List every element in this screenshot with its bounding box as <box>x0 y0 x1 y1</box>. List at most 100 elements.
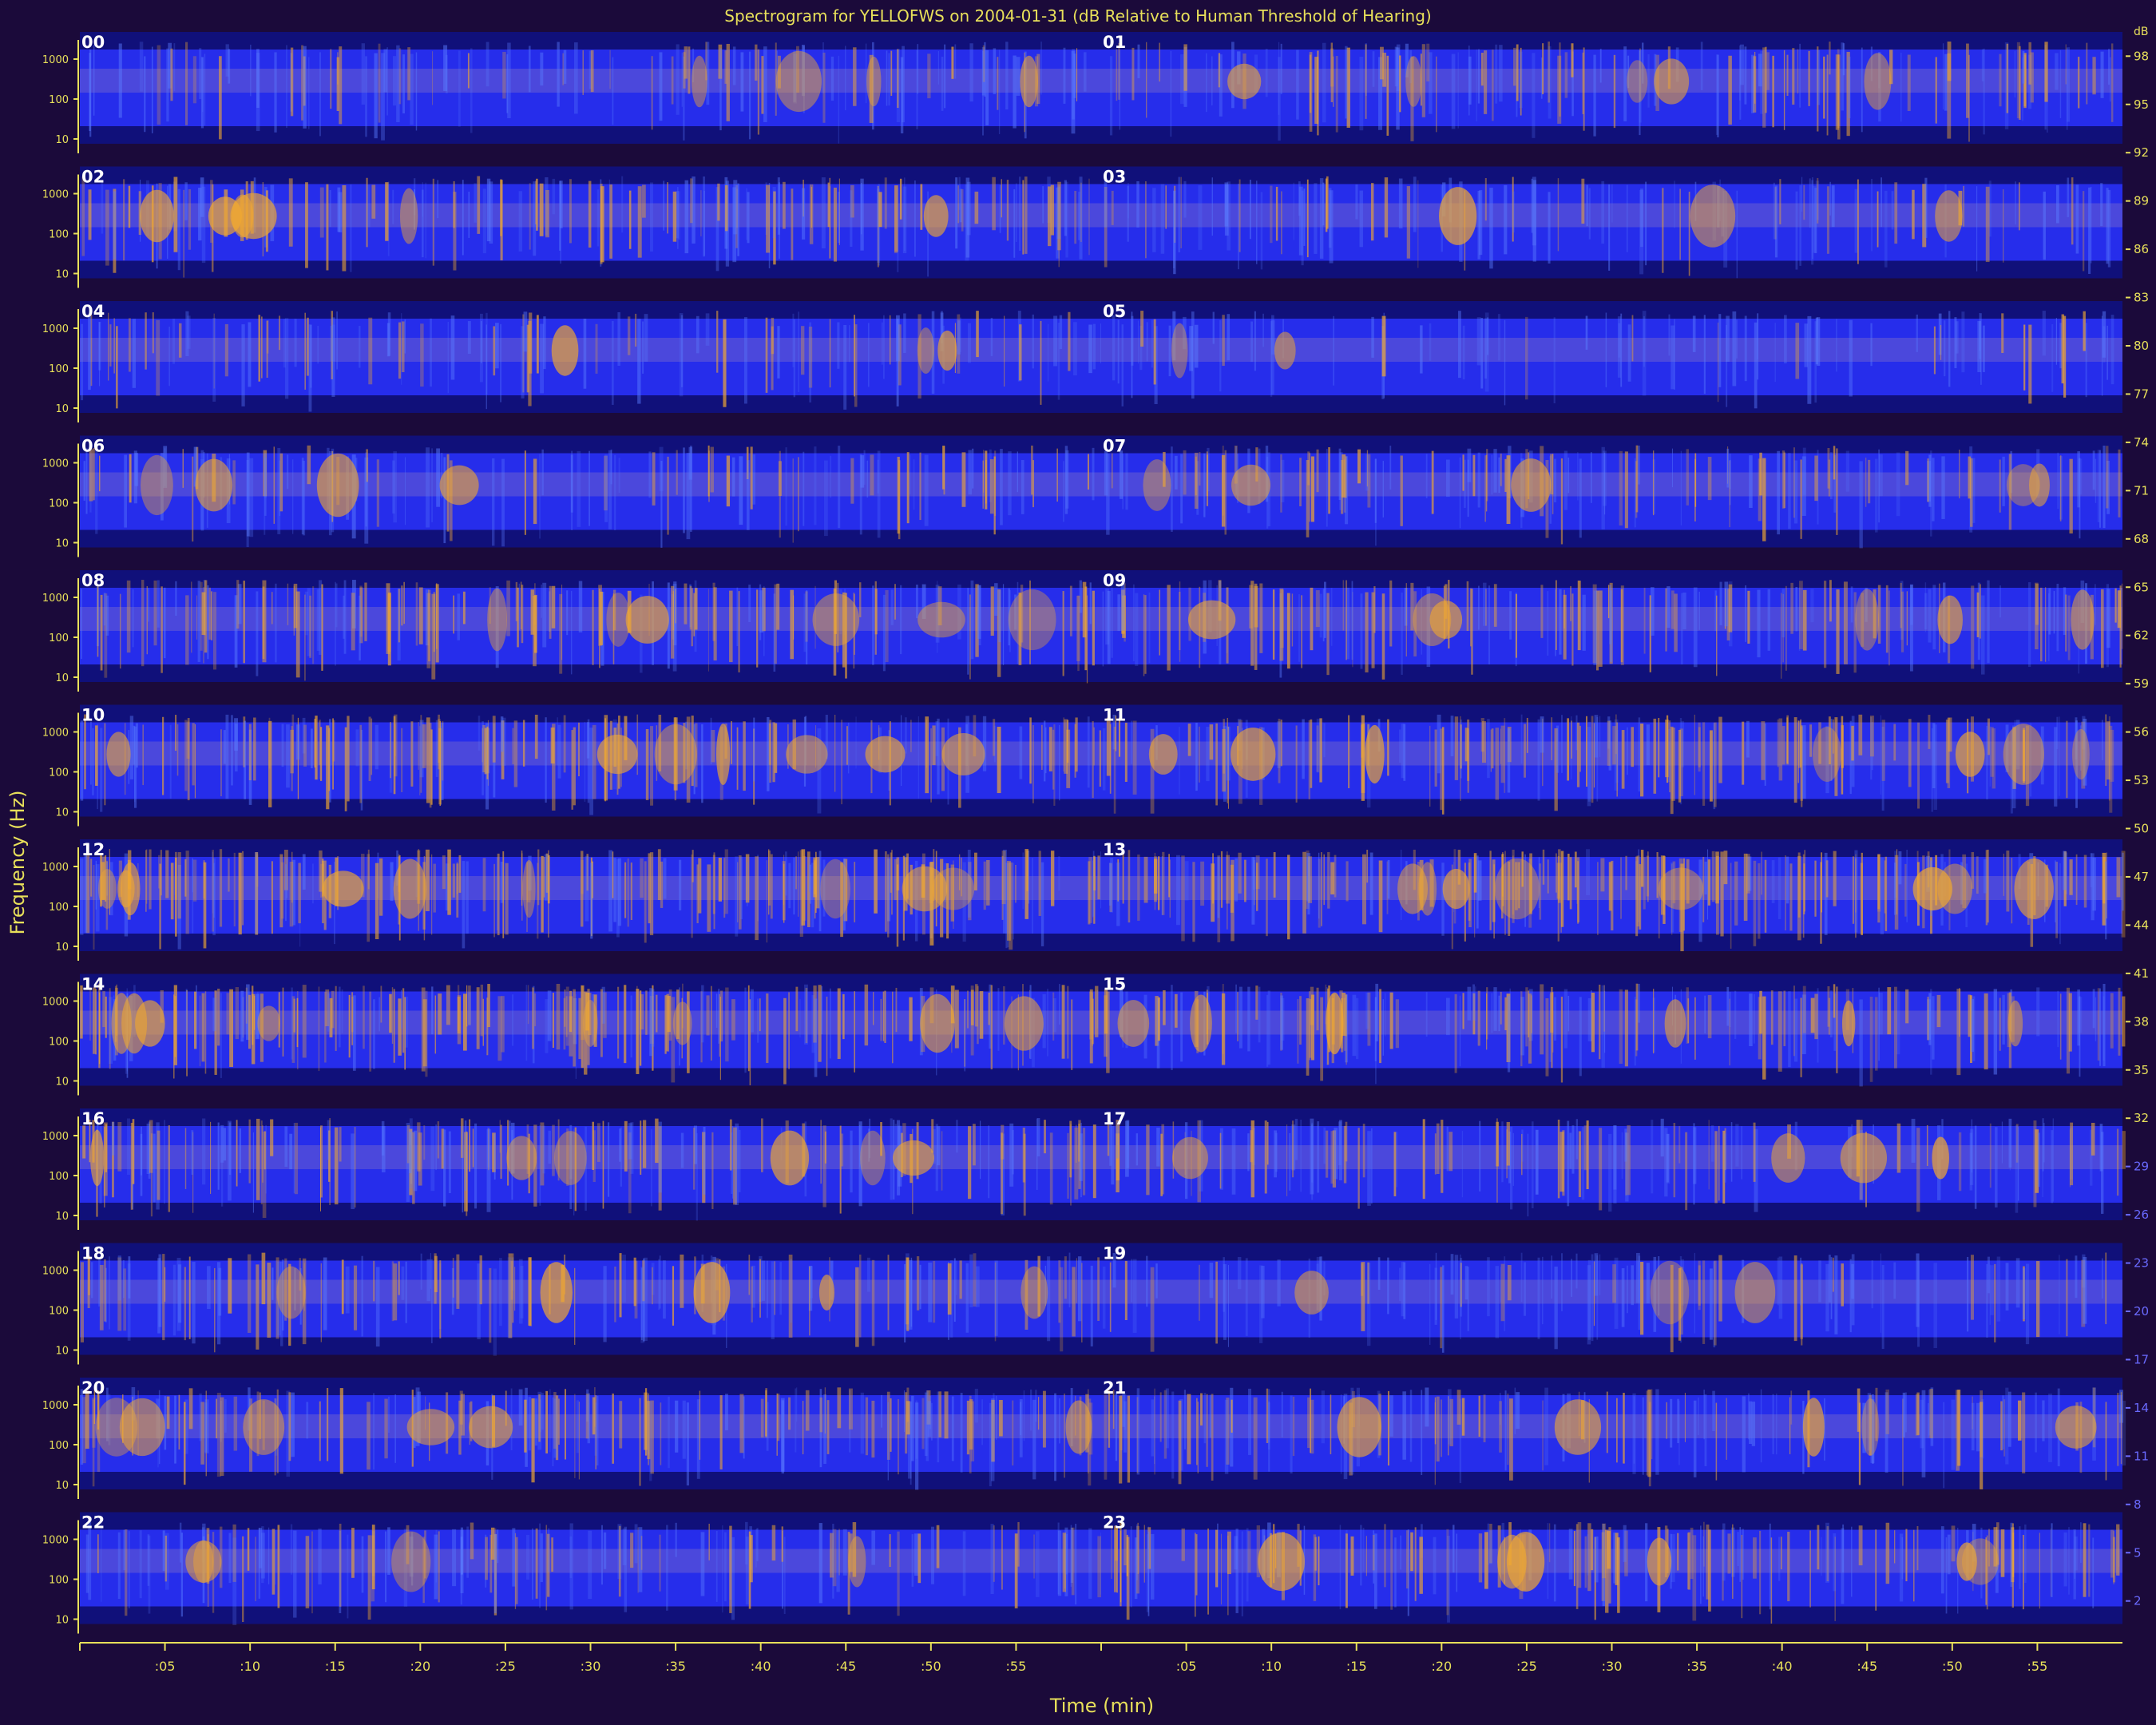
noise-streak <box>552 993 554 1049</box>
noise-streak <box>621 176 624 233</box>
noise-streak <box>1625 855 1627 890</box>
noise-streak <box>387 181 390 256</box>
loud-burst <box>1647 1537 1672 1586</box>
noise-streak <box>151 46 153 133</box>
noise-streak <box>211 591 212 640</box>
noise-streak <box>153 580 157 646</box>
noise-streak <box>2077 451 2081 508</box>
hour-label: 15 <box>1103 975 1126 994</box>
noise-streak <box>1144 595 1147 674</box>
loud-burst <box>195 458 233 512</box>
loud-burst <box>865 736 906 773</box>
noise-streak <box>1730 862 1732 949</box>
noise-streak <box>961 188 964 232</box>
noise-streak <box>1979 321 1981 359</box>
noise-streak <box>1666 1133 1670 1183</box>
noise-streak <box>199 1393 202 1441</box>
loud-burst <box>2006 464 2040 506</box>
noise-streak <box>731 1537 735 1620</box>
noise-streak <box>920 184 923 230</box>
noise-streak <box>2023 1534 2024 1610</box>
noise-streak <box>467 321 471 355</box>
noise-streak <box>1318 1536 1320 1586</box>
noise-streak <box>1703 315 1706 395</box>
noise-streak <box>1180 176 1183 248</box>
noise-streak <box>502 52 506 99</box>
noise-streak <box>1019 176 1021 252</box>
noise-streak <box>1036 1118 1040 1156</box>
noise-streak <box>944 44 946 109</box>
noise-streak <box>101 180 104 234</box>
noise-streak <box>1608 1527 1611 1604</box>
noise-streak <box>1399 729 1401 763</box>
noise-streak <box>619 1401 623 1449</box>
noise-streak <box>1173 191 1175 269</box>
noise-streak <box>336 311 338 370</box>
noise-streak <box>548 1528 550 1572</box>
noise-streak <box>104 1127 105 1208</box>
noise-streak <box>2095 997 2097 1041</box>
noise-streak <box>1786 717 1789 763</box>
noise-streak <box>1582 594 1586 651</box>
noise-streak <box>1987 580 1990 664</box>
noise-streak <box>2024 1524 2027 1583</box>
noise-streak <box>401 313 402 385</box>
noise-streak <box>848 1388 853 1430</box>
panel-band-core <box>80 1145 1101 1169</box>
noise-streak <box>298 862 301 924</box>
noise-streak <box>212 997 216 1032</box>
noise-streak <box>268 1527 270 1584</box>
noise-streak <box>1328 446 1330 514</box>
noise-streak <box>1071 50 1076 134</box>
noise-streak <box>1792 48 1795 105</box>
noise-streak <box>236 580 240 629</box>
noise-streak <box>2005 1387 2009 1465</box>
noise-streak <box>368 317 373 385</box>
noise-streak <box>2002 1395 2005 1449</box>
noise-streak <box>855 716 857 769</box>
noise-streak <box>2068 1527 2070 1595</box>
noise-streak <box>490 1527 495 1560</box>
noise-streak <box>1071 999 1073 1070</box>
noise-streak <box>1772 55 1774 128</box>
noise-streak <box>680 315 684 387</box>
noise-streak <box>854 315 855 397</box>
noise-streak <box>1306 460 1310 537</box>
noise-streak <box>1074 191 1077 244</box>
noise-streak <box>1314 183 1318 254</box>
noise-streak <box>640 1267 643 1341</box>
noise-streak <box>1404 588 1408 626</box>
noise-streak <box>368 716 371 781</box>
noise-streak <box>1387 859 1390 899</box>
noise-streak <box>619 1128 621 1162</box>
noise-streak <box>488 1128 489 1171</box>
noise-streak <box>204 991 207 1074</box>
noise-streak <box>1235 984 1237 1033</box>
noise-streak <box>1323 1127 1326 1164</box>
noise-streak <box>1299 996 1302 1045</box>
noise-streak <box>188 188 192 250</box>
noise-streak <box>616 859 620 938</box>
noise-streak <box>1578 1131 1582 1197</box>
noise-streak <box>1499 1401 1502 1453</box>
noise-streak <box>680 1132 684 1168</box>
noise-streak <box>1238 852 1242 894</box>
noise-streak <box>1586 184 1588 227</box>
noise-streak <box>871 1259 875 1346</box>
noise-streak <box>797 851 799 917</box>
noise-streak <box>492 458 495 546</box>
noise-streak <box>1053 315 1058 367</box>
noise-streak <box>439 1260 442 1338</box>
noise-streak <box>420 1253 422 1290</box>
noise-streak <box>443 1129 446 1207</box>
noise-streak <box>667 456 669 535</box>
noise-streak <box>1152 188 1156 252</box>
noise-streak <box>1135 1524 1139 1580</box>
noise-streak <box>880 998 882 1041</box>
noise-streak <box>1389 992 1393 1049</box>
noise-streak <box>2053 591 2055 634</box>
noise-streak <box>1211 177 1213 236</box>
loud-burst <box>140 454 173 516</box>
noise-streak <box>866 460 869 498</box>
hour-label: 07 <box>1103 437 1126 456</box>
